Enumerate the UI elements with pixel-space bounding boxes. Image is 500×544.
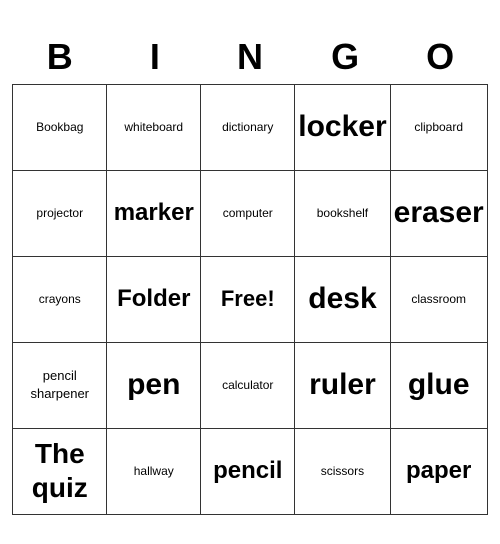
cell-r1-c1: marker bbox=[107, 170, 201, 256]
cell-r0-c1: whiteboard bbox=[107, 84, 201, 170]
cell-r1-c2: computer bbox=[201, 170, 295, 256]
cell-r2-c2: Free! bbox=[201, 256, 295, 342]
header-o: O bbox=[393, 30, 488, 84]
header-g: G bbox=[298, 30, 393, 84]
cell-r0-c4: clipboard bbox=[390, 84, 487, 170]
cell-r3-c3: ruler bbox=[295, 342, 390, 428]
cell-r3-c1: pen bbox=[107, 342, 201, 428]
bingo-header: B I N G O bbox=[12, 30, 487, 84]
cell-r0-c0: Bookbag bbox=[13, 84, 107, 170]
header-i: I bbox=[107, 30, 202, 84]
cell-r4-c2: pencil bbox=[201, 428, 295, 514]
cell-r4-c3: scissors bbox=[295, 428, 390, 514]
cell-r3-c2: calculator bbox=[201, 342, 295, 428]
cell-r4-c0: Thequiz bbox=[13, 428, 107, 514]
cell-r1-c3: bookshelf bbox=[295, 170, 390, 256]
cell-r2-c1: Folder bbox=[107, 256, 201, 342]
cell-r0-c2: dictionary bbox=[201, 84, 295, 170]
cell-r0-c3: locker bbox=[295, 84, 390, 170]
cell-r2-c0: crayons bbox=[13, 256, 107, 342]
cell-r3-c4: glue bbox=[390, 342, 487, 428]
bingo-grid: Bookbagwhiteboarddictionarylockerclipboa… bbox=[12, 84, 487, 515]
header-n: N bbox=[202, 30, 297, 84]
header-b: B bbox=[12, 30, 107, 84]
cell-r4-c1: hallway bbox=[107, 428, 201, 514]
cell-r1-c4: eraser bbox=[390, 170, 487, 256]
cell-r1-c0: projector bbox=[13, 170, 107, 256]
cell-r2-c3: desk bbox=[295, 256, 390, 342]
cell-r2-c4: classroom bbox=[390, 256, 487, 342]
cell-r3-c0: pencilsharpener bbox=[13, 342, 107, 428]
cell-r4-c4: paper bbox=[390, 428, 487, 514]
